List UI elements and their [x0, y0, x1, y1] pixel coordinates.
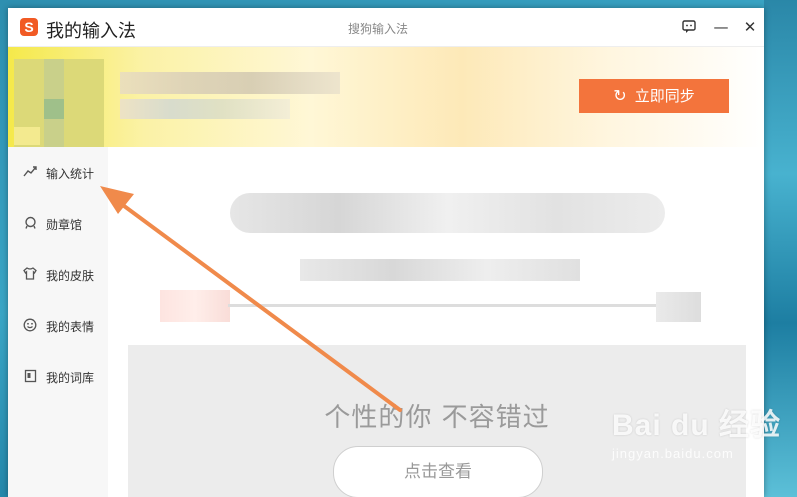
smiley-icon [22, 318, 38, 334]
blurred-level-end [656, 292, 701, 322]
level-progress-bar [228, 304, 658, 307]
sync-label: 立即同步 [634, 88, 695, 105]
book-icon [22, 369, 38, 385]
sidebar-item-label: 输入统计 [46, 166, 95, 181]
sogou-logo: S [20, 18, 38, 36]
watermark-main: Bai du 经验 [612, 409, 782, 442]
sidebar-item-skins[interactable]: 我的皮肤 [22, 265, 94, 285]
sidebar: 输入统计 勋章馆 我的皮肤 我的表情 我的词库 [8, 147, 109, 497]
avatar[interactable] [14, 59, 104, 147]
blurred-stat-headline [230, 193, 665, 233]
feedback-button[interactable] [678, 16, 700, 38]
sidebar-item-input-stats[interactable]: 输入统计 [22, 163, 94, 183]
blurred-user-info [120, 99, 290, 119]
sync-now-button[interactable]: ↻ 立即同步 [579, 79, 729, 113]
blurred-stat-detail [300, 259, 580, 281]
window-caption: 搜狗输入法 [348, 22, 409, 36]
watermark-sub: jingyan.baidu.com [612, 446, 734, 461]
app-title: 我的输入法 [46, 21, 136, 42]
sidebar-item-label: 我的皮肤 [46, 268, 95, 283]
medal-icon [22, 216, 38, 232]
sidebar-item-emoticons[interactable]: 我的表情 [22, 316, 94, 336]
sidebar-item-medals[interactable]: 勋章馆 [22, 214, 82, 234]
sidebar-item-label: 勋章馆 [46, 217, 83, 232]
chat-icon [682, 20, 696, 33]
blurred-username [120, 72, 340, 94]
baidu-watermark: Bai du 经验 jingyan.baidu.com [612, 400, 781, 461]
blurred-level-start [160, 290, 230, 322]
close-button[interactable]: ✕ [739, 16, 761, 38]
sync-icon: ↻ [613, 88, 627, 105]
profile-banner: ↻ 立即同步 [8, 47, 764, 147]
title-bar: S 我的输入法 搜狗输入法 — ✕ [8, 8, 764, 47]
shirt-icon [22, 267, 38, 283]
sidebar-item-label: 我的词库 [46, 370, 95, 385]
view-button[interactable]: 点击查看 [333, 446, 543, 497]
sidebar-item-dictionary[interactable]: 我的词库 [22, 367, 94, 387]
sidebar-item-label: 我的表情 [46, 319, 95, 334]
minimize-button[interactable]: — [710, 16, 732, 38]
chart-icon [22, 165, 38, 181]
